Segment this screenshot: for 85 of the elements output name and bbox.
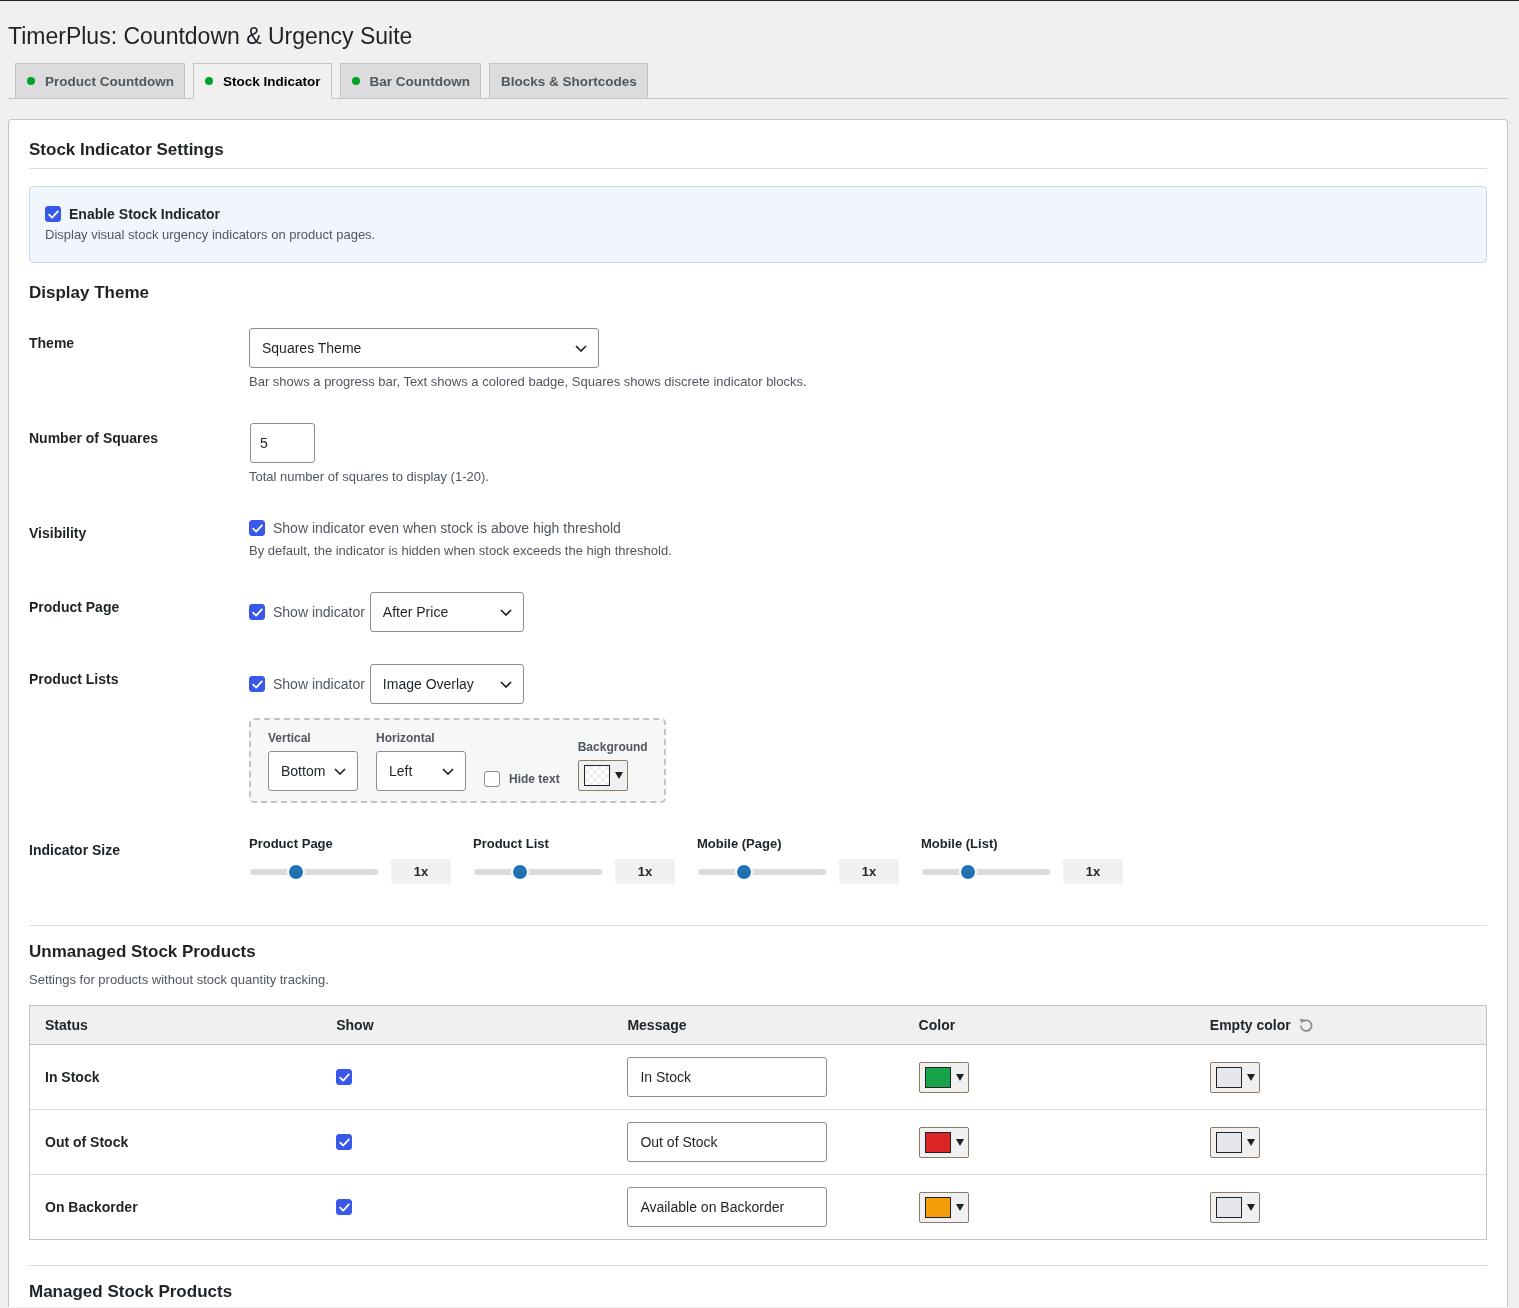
field-description: Total number of squares to display (1-20).	[249, 468, 489, 487]
number-field[interactable]: 5	[250, 423, 315, 464]
status-dot-icon	[205, 77, 213, 85]
section-heading: Stock Indicator Settings	[29, 139, 224, 161]
checkbox[interactable]	[249, 520, 265, 537]
field-label: Background	[577, 739, 648, 756]
slider-value: 1x	[1063, 859, 1123, 885]
section-heading: Managed Stock Products	[29, 1281, 233, 1304]
checkbox[interactable]	[45, 206, 61, 223]
caret-down-icon	[955, 1203, 964, 1211]
status-label: On Backorder	[45, 1199, 138, 1216]
message-field[interactable]: Out of Stock	[627, 1122, 828, 1163]
column-header: Empty color	[1209, 1017, 1291, 1034]
slider-label: Mobile (List)	[921, 835, 998, 854]
slider-label: Mobile (Page)	[697, 835, 782, 854]
checkbox[interactable]	[249, 676, 265, 693]
checkbox[interactable]	[336, 1134, 353, 1151]
color-picker-button[interactable]	[577, 760, 628, 792]
reset-icon[interactable]	[1298, 1018, 1313, 1033]
message-field[interactable]: In Stock	[627, 1057, 828, 1098]
column-header: Show	[336, 1017, 374, 1034]
slider-value: 1x	[839, 859, 899, 885]
field-label: Visibility	[29, 524, 87, 544]
section-description: Settings for products without stock quantity tracking.	[29, 972, 329, 988]
dropdown-select[interactable]: Image Overlay	[369, 664, 524, 705]
slider-label: Product List	[473, 835, 549, 854]
chevron-down-icon	[334, 767, 346, 775]
checkbox[interactable]	[484, 771, 500, 788]
message-field[interactable]: Available on Backorder	[627, 1187, 828, 1228]
caret-down-icon	[955, 1138, 964, 1146]
chevron-down-icon	[499, 608, 512, 616]
field-label: Theme	[29, 334, 75, 354]
tab[interactable]: Product Countdown	[15, 63, 185, 99]
dropdown-select[interactable]: Left	[376, 751, 466, 792]
checkbox-label: Show indicator	[273, 603, 365, 623]
field-description: By default, the indicator is hidden when stock exceeds the high threshold.	[249, 542, 672, 561]
caret-down-icon	[1246, 1203, 1255, 1211]
field-description: Bar shows a progress bar, Text shows a colored badge, Squares shows discrete indicator blocks.	[249, 373, 807, 392]
caret-down-icon	[1246, 1138, 1255, 1146]
checkbox[interactable]	[336, 1069, 353, 1086]
field-label: Number of Squares	[29, 429, 159, 449]
color-picker-button[interactable]	[1209, 1191, 1260, 1223]
field-description: Display visual stock urgency indicators on product pages.	[45, 226, 377, 245]
tab[interactable]: Blocks & Shortcodes	[489, 63, 648, 99]
chevron-down-icon	[442, 767, 454, 775]
checkbox-label: Enable Stock Indicator	[69, 205, 220, 225]
tab[interactable]: Bar Countdown	[339, 63, 481, 99]
tab[interactable]: Stock Indicator	[193, 63, 332, 99]
color-picker-button[interactable]	[918, 1191, 969, 1223]
status-label: Out of Stock	[45, 1134, 129, 1151]
checkbox-label: Show indicator	[273, 675, 365, 695]
chevron-down-icon	[575, 344, 587, 352]
status-dot-icon	[27, 77, 35, 85]
slider-value: 1x	[391, 859, 451, 885]
field-label: Product Page	[29, 598, 120, 618]
section-heading: Unmanaged Stock Products	[29, 941, 256, 964]
slider-label: Product Page	[249, 835, 333, 854]
page-title: TimerPlus: Countdown & Urgency Suite	[8, 22, 413, 51]
column-header: Message	[627, 1017, 687, 1034]
status-dot-icon	[351, 77, 360, 85]
color-picker-button[interactable]	[1209, 1126, 1260, 1158]
checkbox-label: Hide text	[509, 771, 560, 788]
dropdown-select[interactable]: After Price	[369, 592, 524, 633]
dropdown-select[interactable]: Squares Theme	[249, 328, 599, 369]
color-picker-button[interactable]	[1209, 1061, 1260, 1093]
color-picker-button[interactable]	[918, 1126, 969, 1158]
caret-down-icon	[614, 772, 623, 780]
color-picker-button[interactable]	[918, 1061, 969, 1093]
field-label: Indicator Size	[29, 841, 121, 861]
caret-down-icon	[1246, 1073, 1255, 1081]
slider-value: 1x	[615, 859, 675, 885]
status-label: In Stock	[45, 1069, 100, 1086]
column-header: Status	[45, 1017, 88, 1034]
dropdown-select[interactable]: Bottom	[268, 751, 358, 792]
section-heading: Display Theme	[29, 282, 149, 305]
field-label: Product Lists	[29, 670, 119, 690]
transparent-swatch-icon	[583, 765, 610, 787]
caret-down-icon	[955, 1073, 964, 1081]
chevron-down-icon	[499, 680, 512, 688]
column-header: Color	[918, 1017, 956, 1034]
checkbox-label: Show indicator even when stock is above high threshold	[273, 519, 621, 539]
field-label: Vertical	[268, 730, 311, 747]
field-label: Horizontal	[376, 730, 435, 747]
checkbox[interactable]	[336, 1199, 353, 1216]
checkbox[interactable]	[249, 604, 265, 621]
